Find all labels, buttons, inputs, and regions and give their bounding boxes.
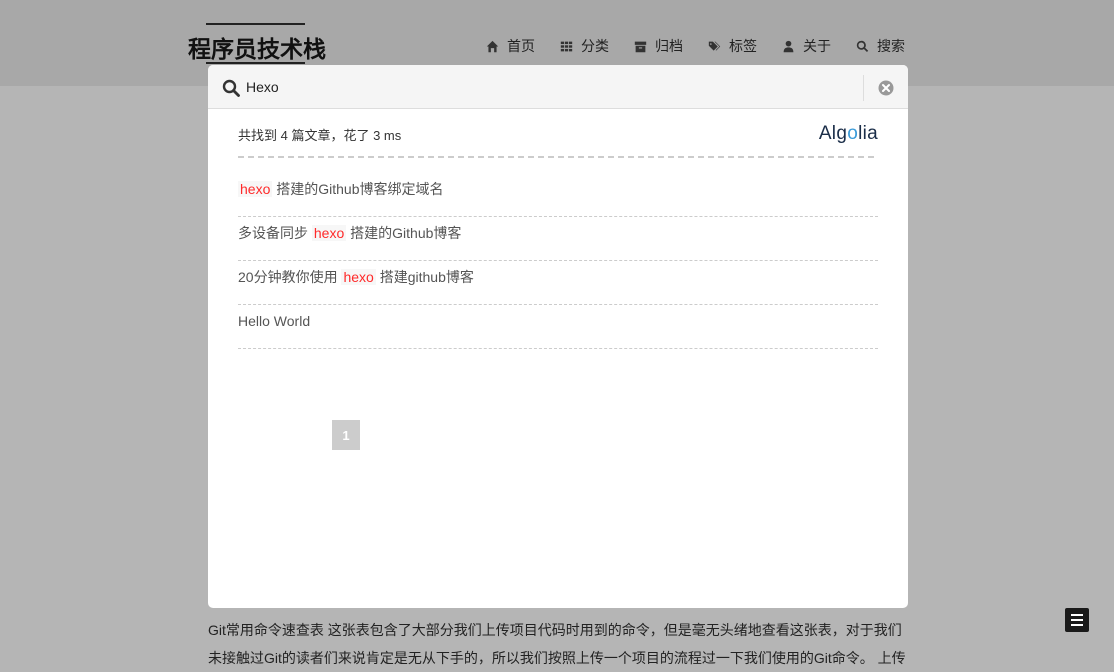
hit-list: hexo 搭建的Github博客绑定域名 多设备同步 hexo 搭建的Github… — [238, 174, 878, 349]
nav-label: 分类 — [581, 38, 609, 54]
home-icon — [485, 39, 499, 53]
close-icon[interactable] — [878, 80, 894, 96]
menu-bar — [1071, 624, 1083, 626]
stats-divider — [238, 156, 874, 158]
nav-item-home[interactable]: 首页 — [485, 36, 535, 56]
search-icon — [222, 79, 240, 97]
archive-icon — [633, 39, 647, 53]
hit-text: 搭建github博客 — [375, 269, 474, 285]
search-input[interactable] — [246, 76, 856, 98]
search-popup: 共找到 4 篇文章，花了 3 ms Algolia hexo 搭建的Github… — [208, 65, 908, 608]
search-bar — [208, 65, 908, 109]
hit-text: 多设备同步 — [238, 225, 312, 241]
search-icon — [855, 39, 869, 53]
menu-bar — [1071, 619, 1083, 621]
nav-label: 标签 — [729, 38, 757, 54]
hit-text: 20分钟教你使用 — [238, 269, 342, 285]
search-divider — [863, 75, 864, 101]
nav-label: 归档 — [655, 38, 683, 54]
search-hit[interactable]: hexo 搭建的Github博客绑定域名 — [238, 174, 878, 217]
nav-label: 首页 — [507, 38, 535, 54]
nav-item-search[interactable]: 搜索 — [855, 36, 905, 56]
nav-item-tags[interactable]: 标签 — [707, 36, 757, 56]
search-stats: 共找到 4 篇文章，花了 3 ms — [238, 128, 402, 143]
nav-label: 关于 — [803, 38, 831, 54]
search-hit[interactable]: 多设备同步 hexo 搭建的Github博客 — [238, 218, 878, 261]
search-results: 共找到 4 篇文章，花了 3 ms Algolia hexo 搭建的Github… — [238, 108, 878, 450]
th-grid-icon — [559, 39, 573, 53]
search-hit[interactable]: Hello World — [238, 306, 878, 349]
menu-bar — [1071, 614, 1083, 616]
nav-item-archives[interactable]: 归档 — [633, 36, 683, 56]
algolia-text: Algolia — [818, 123, 878, 144]
logo-bottom-rule — [206, 62, 305, 64]
hit-highlight: hexo — [341, 269, 376, 285]
site-logo[interactable]: 程序员技术栈 — [188, 30, 326, 64]
search-stats-row: 共找到 4 篇文章，花了 3 ms Algolia — [238, 108, 878, 158]
user-icon — [781, 39, 795, 53]
algolia-logo[interactable]: Algolia — [819, 123, 878, 145]
tags-icon — [707, 39, 721, 53]
hit-text: 搭建的Github博客绑定域名 — [272, 181, 444, 197]
nav-item-about[interactable]: 关于 — [781, 36, 831, 56]
nav-label: 搜索 — [877, 38, 905, 54]
pagination-page-button[interactable]: 1 — [332, 420, 360, 450]
hit-highlight: hexo — [311, 225, 347, 241]
logo-top-rule — [206, 23, 305, 25]
article-excerpt: Git常用命令速查表 这张表包含了大部分我们上传项目代码时用到的命令，但是毫无头… — [208, 622, 906, 666]
nav-item-categories[interactable]: 分类 — [559, 36, 609, 56]
hit-highlight: hexo — [238, 181, 273, 197]
sidebar-toggle-button[interactable] — [1065, 608, 1089, 632]
search-hit[interactable]: 20分钟教你使用 hexo 搭建github博客 — [238, 262, 878, 305]
main-nav: 首页 分类 归档 标签 关于 搜索 — [485, 36, 929, 56]
hit-text: 搭建的Github博客 — [346, 225, 462, 241]
hit-text: Hello World — [238, 313, 311, 329]
